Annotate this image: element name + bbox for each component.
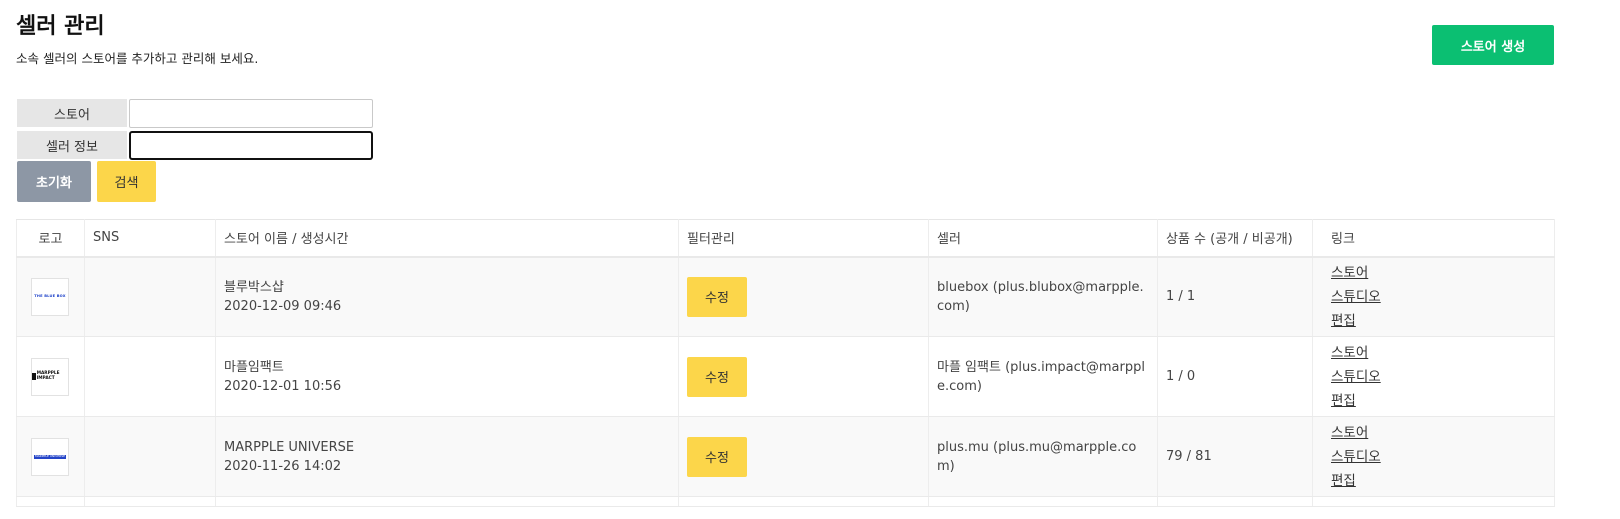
product-count-cell: 1 / 0 [1157,336,1313,417]
seller-management-page: 셀러 관리 소속 셀러의 스토어를 추가하고 관리해 보세요. 스토어 생성 스… [0,0,1620,519]
column-header-seller: 셀러 [928,219,1158,258]
reset-button[interactable]: 초기화 [17,161,91,202]
create-store-button[interactable]: 스토어 생성 [1432,25,1554,65]
filter-cell: 수정 [678,416,929,497]
sns-cell [84,336,216,417]
column-header-store-name: 스토어 이름 / 생성시간 [215,219,679,258]
table-row-partial [16,496,1555,507]
store-name-cell: MARPPLE UNIVERSE 2020-11-26 14:02 [215,416,679,497]
seller-cell: 마플 임팩트 (plus.impact@marpple.com) [928,336,1158,417]
column-header-logo: 로고 [16,219,85,258]
edit-filter-button[interactable]: 수정 [687,356,747,397]
store-logo: MARPPLE IMPACT [31,357,69,396]
search-button[interactable]: 검색 [97,161,156,202]
filter-cell: 수정 [678,336,929,417]
store-link[interactable]: 스토어 [1331,421,1554,445]
edit-link[interactable]: 편집 [1331,389,1554,413]
store-logo-text: MARPPLE IMPACT [36,371,60,381]
seller-filter-input[interactable] [129,131,373,160]
edit-filter-button[interactable]: 수정 [687,436,747,477]
seller-filter-row: 셀러 정보 [17,131,373,160]
table-row: MARPPLE IMPACT 마플임팩트 2020-12-01 10:56 수정… [16,336,1555,417]
column-header-products: 상품 수 (공개 / 비공개) [1157,219,1313,258]
store-name-cell: 블루박스샵 2020-12-09 09:46 [215,256,679,337]
store-logo: MARPPLE UNIVERSE [31,437,69,476]
column-header-filter: 필터관리 [678,219,929,258]
studio-link[interactable]: 스튜디오 [1331,285,1554,309]
store-link[interactable]: 스토어 [1331,341,1554,365]
store-table: 로고 SNS 스토어 이름 / 생성시간 필터관리 셀러 상품 수 (공개 / … [16,219,1555,507]
page-subtitle: 소속 셀러의 스토어를 추가하고 관리해 보세요. [16,51,259,66]
table-header-row: 로고 SNS 스토어 이름 / 생성시간 필터관리 셀러 상품 수 (공개 / … [16,219,1555,258]
store-name: MARPPLE UNIVERSE [224,439,355,455]
product-count-cell: 1 / 1 [1157,256,1313,337]
store-logo-text: THE BLUE BOX [34,294,66,299]
store-filter-input[interactable] [129,99,373,128]
page-title: 셀러 관리 [16,14,105,39]
studio-link[interactable]: 스튜디오 [1331,445,1554,469]
links-cell: 스토어 스튜디오 편집 [1312,416,1555,497]
edit-link[interactable]: 편집 [1331,469,1554,493]
studio-link[interactable]: 스튜디오 [1331,365,1554,389]
seller-cell: bluebox (plus.blubox@marpple.com) [928,256,1158,337]
table-row: MARPPLE UNIVERSE MARPPLE UNIVERSE 2020-1… [16,416,1555,497]
edit-link[interactable]: 편집 [1331,309,1554,333]
store-created-time: 2020-11-26 14:02 [224,458,342,474]
store-filter-label: 스토어 [17,99,127,127]
table-row: THE BLUE BOX 블루박스샵 2020-12-09 09:46 수정 b… [16,256,1555,337]
sns-cell [84,416,216,497]
store-created-time: 2020-12-09 09:46 [224,298,342,314]
logo-cell: MARPPLE UNIVERSE [16,416,85,497]
links-cell: 스토어 스튜디오 편집 [1312,336,1555,417]
filter-cell: 수정 [678,256,929,337]
product-count-cell: 79 / 81 [1157,416,1313,497]
logo-mark [32,373,36,380]
edit-filter-button[interactable]: 수정 [687,276,747,317]
store-logo: THE BLUE BOX [31,277,69,316]
store-created-time: 2020-12-01 10:56 [224,378,342,394]
store-name: 블루박스샵 [224,279,284,295]
store-name: 마플임팩트 [224,359,284,375]
store-logo-text: MARPPLE UNIVERSE [34,454,66,458]
sns-cell [84,256,216,337]
store-link[interactable]: 스토어 [1331,261,1554,285]
store-name-cell: 마플임팩트 2020-12-01 10:56 [215,336,679,417]
seller-filter-label: 셀러 정보 [17,131,127,159]
column-header-link: 링크 [1312,219,1555,258]
store-filter-row: 스토어 [17,99,373,128]
logo-cell: MARPPLE IMPACT [16,336,85,417]
links-cell: 스토어 스튜디오 편집 [1312,256,1555,337]
logo-cell: THE BLUE BOX [16,256,85,337]
seller-cell: plus.mu (plus.mu@marpple.com) [928,416,1158,497]
column-header-sns: SNS [84,219,216,258]
